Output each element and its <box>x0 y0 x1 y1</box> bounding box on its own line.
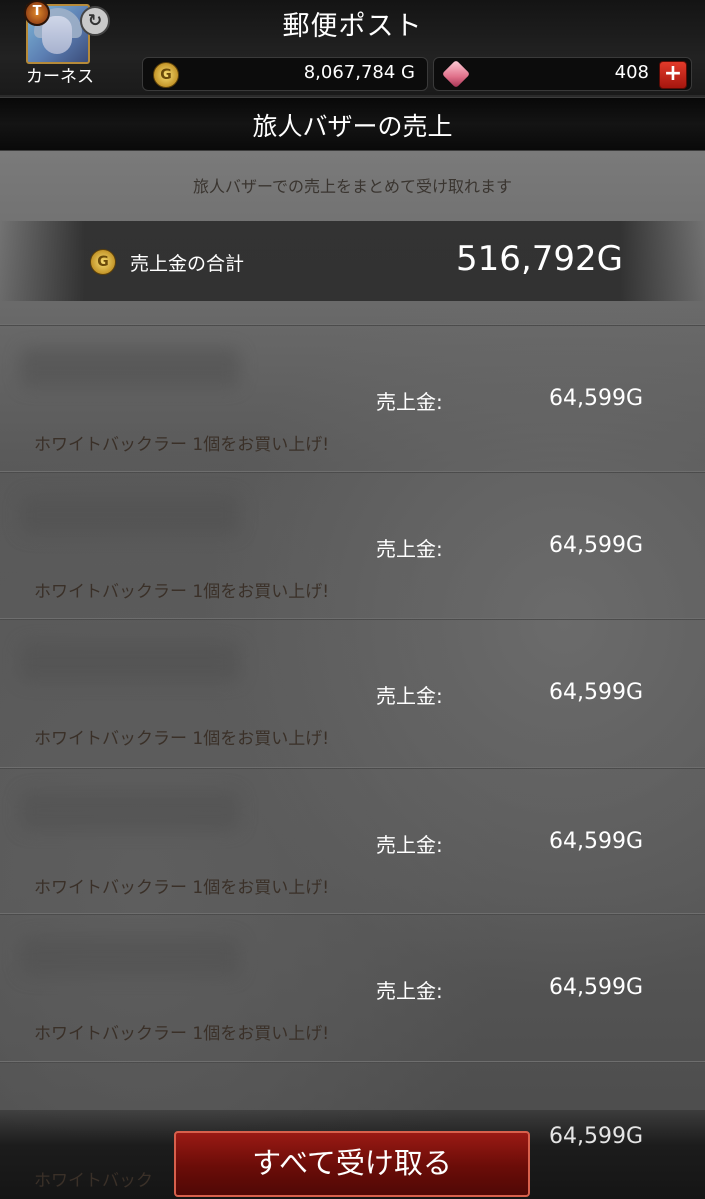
blurred-detail <box>20 495 240 535</box>
gold-value: 8,067,784 G <box>303 62 415 83</box>
sale-item-text: ホワイトバックラー 1個をお買い上げ! <box>34 582 330 602</box>
sale-item-text: ホワイトバックラー 1個をお買い上げ! <box>34 878 330 898</box>
sale-value: 64,599G <box>548 829 643 854</box>
blurred-detail <box>20 642 240 682</box>
blurred-detail <box>20 937 240 977</box>
total-row: G 売上金の合計 516,792G <box>0 221 705 301</box>
section-description: 旅人バザーでの売上をまとめて受け取れます <box>192 177 513 196</box>
sale-label: 売上金: <box>376 684 443 708</box>
total-label: 売上金の合計 <box>130 253 245 275</box>
sale-item-text: ホワイトバック <box>34 1171 153 1191</box>
list-item[interactable]: 売上金: 64,599G ホワイトバックラー 1個をお買い上げ! <box>0 915 705 1060</box>
list-item[interactable]: 売上金: 64,599G ホワイトバックラー 1個をお買い上げ! <box>0 473 705 618</box>
gold-coin-icon: G <box>153 62 179 88</box>
total-value: 516,792G <box>456 239 623 279</box>
sale-value: 64,599G <box>548 680 643 705</box>
list-item[interactable]: 売上金: 64,599G ホワイトバックラー 1個をお買い上げ! <box>0 620 705 765</box>
sale-label: 売上金: <box>376 537 443 561</box>
sale-label: 売上金: <box>376 979 443 1003</box>
sales-list[interactable]: 旅人バザーでの売上をまとめて受け取れます G 売上金の合計 516,792G 売… <box>0 151 705 1199</box>
gem-value: 408 <box>614 62 649 83</box>
top-header: T ↻ カーネス 郵便ポスト G 8,067,784 G 408 + <box>0 0 705 95</box>
add-gems-button[interactable]: + <box>659 61 687 89</box>
section-title: 旅人バザーの売上 <box>252 112 453 141</box>
sale-item-text: ホワイトバックラー 1個をお買い上げ! <box>34 435 330 455</box>
page-title: 郵便ポスト <box>282 11 423 42</box>
list-item[interactable]: 売上金: 64,599G ホワイトバックラー 1個をお買い上げ! <box>0 769 705 914</box>
blurred-detail <box>20 791 240 831</box>
list-item[interactable]: 売上金: 64,599G ホワイトバックラー 1個をお買い上げ! <box>0 326 705 471</box>
divider <box>0 1061 705 1063</box>
sale-label: 売上金: <box>376 833 443 857</box>
sale-label: 売上金: <box>376 390 443 414</box>
receive-all-button[interactable]: すべて受け取る <box>174 1131 530 1197</box>
sale-item-text: ホワイトバックラー 1個をお買い上げ! <box>34 1024 330 1044</box>
character-name: カーネス <box>26 67 94 87</box>
sale-value: 64,599G <box>548 975 643 1000</box>
sale-value: 64,599G <box>548 386 643 411</box>
gem-icon <box>441 59 471 89</box>
gold-balance: G 8,067,784 G <box>142 57 428 91</box>
blurred-detail <box>20 348 240 388</box>
gem-balance: 408 + <box>433 57 692 91</box>
sale-value: 64,599G <box>548 1124 643 1149</box>
gold-coin-icon: G <box>90 249 116 275</box>
sale-value: 64,599G <box>548 533 643 558</box>
section-header: 旅人バザーの売上 <box>0 97 705 151</box>
sale-item-text: ホワイトバックラー 1個をお買い上げ! <box>34 729 330 749</box>
